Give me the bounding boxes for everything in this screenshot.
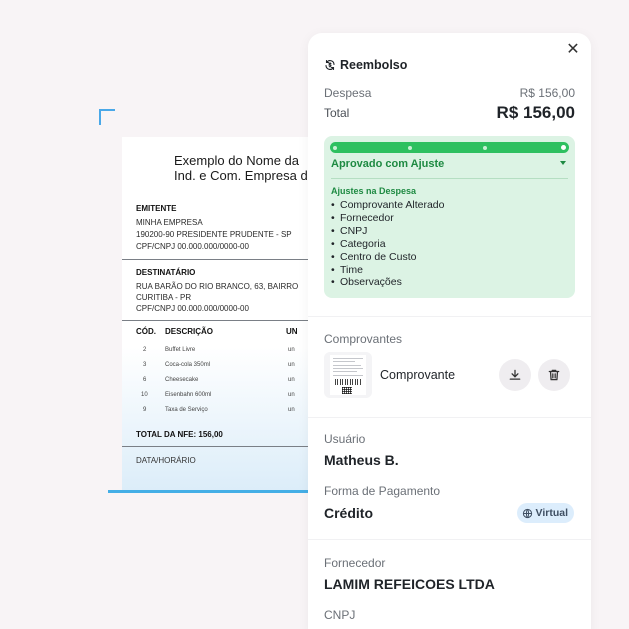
table-header-un: UN [286, 327, 298, 336]
row-cod: 6 [143, 377, 147, 383]
row-desc: Buffet Livre [165, 347, 196, 353]
receipt-thumbnail-image [330, 355, 366, 395]
receipt-preview: Exemplo do Nome da Ind. e Com. Empresa d… [122, 137, 322, 490]
delete-button[interactable] [538, 359, 570, 391]
receipt-total: TOTAL DA NFE: 156,00 [136, 430, 223, 439]
emitente-heading: EMITENTE [136, 204, 177, 213]
fornecedor-value: LAMIM REFEICOES LTDA [324, 576, 495, 592]
virtual-badge-label: Virtual [535, 507, 568, 519]
scan-corner-marker [99, 109, 115, 125]
adjustment-item: Comprovante Alterado [331, 199, 444, 212]
row-un: un [288, 377, 295, 383]
progress-step-dot [483, 145, 487, 150]
total-row: Total R$ 156,00 [324, 103, 575, 123]
status-label[interactable]: Aprovado com Ajuste [331, 158, 444, 170]
total-value: R$ 156,00 [496, 103, 575, 122]
destinatario-city: CURITIBA - PR [136, 293, 192, 302]
section-divider [308, 539, 591, 540]
close-icon[interactable]: ✕ [565, 42, 581, 58]
chevron-down-icon[interactable] [560, 161, 566, 165]
panel-title-text: Reembolso [340, 58, 408, 72]
receipt-destinatario: DESTINATÁRIO RUA BARÃO DO RIO BRANCO, 63… [136, 267, 322, 315]
status-divider [331, 178, 568, 179]
table-header-descricao: DESCRIÇÃO [165, 327, 214, 336]
row-un: un [288, 392, 295, 398]
table-header-cod: CÓD. [136, 327, 156, 336]
receipt-company-title: Exemplo do Nome da Ind. e Com. Empresa d [174, 153, 322, 183]
destinatario-heading: DESTINATÁRIO [136, 268, 196, 277]
section-divider [308, 417, 591, 418]
row-cod: 3 [143, 362, 147, 368]
adjustment-item: Centro de Custo [331, 251, 444, 264]
usuario-label: Usuário [324, 432, 366, 446]
row-desc: Cheesecake [165, 377, 199, 383]
reimbursement-panel: ✕ Reembolso Despesa R$ 156,00 Total R$ 1… [308, 33, 591, 629]
receipt-divider [122, 446, 322, 447]
row-desc: Taxa de Serviço [165, 407, 208, 413]
emitente-address: 190200-90 PRESIDENTE PRUDENTE - SP [136, 230, 292, 239]
receipt-divider [122, 320, 322, 321]
row-un: un [288, 362, 295, 368]
destinatario-address: RUA BARÃO DO RIO BRANCO, 63, BAIRRO [136, 282, 299, 291]
emitente-name: MINHA EMPRESA [136, 218, 203, 227]
approval-status-card: Aprovado com Ajuste Ajustes na Despesa C… [324, 136, 575, 298]
trash-icon [548, 369, 560, 381]
row-cod: 9 [143, 407, 147, 413]
row-un: un [288, 347, 295, 353]
despesa-row: Despesa R$ 156,00 [324, 86, 575, 100]
fornecedor-label: Fornecedor [324, 556, 386, 570]
despesa-label: Despesa [324, 86, 372, 100]
receipt-title-line1: Exemplo do Nome da [174, 153, 300, 168]
row-un: un [288, 407, 295, 413]
download-icon [509, 369, 521, 380]
scan-line [108, 490, 318, 493]
approval-progress-bar [330, 142, 569, 153]
destinatario-cnpj: CPF/CNPJ 00.000.000/0000-00 [136, 304, 249, 313]
progress-step-dot [333, 145, 337, 150]
globe-icon [522, 508, 532, 518]
cnpj-label: CNPJ [324, 608, 356, 622]
despesa-value: R$ 156,00 [519, 86, 575, 100]
forma-pagamento-label: Forma de Pagamento [324, 484, 441, 498]
panel-title: Reembolso [324, 58, 407, 72]
receipt-title-line2: Ind. e Com. Empresa d [174, 168, 308, 183]
receipt-emitente: EMITENTE MINHA EMPRESA 190200-90 PRESIDE… [136, 203, 322, 253]
scan-glow [122, 347, 322, 490]
receipt-date-label: DATA/HORÁRIO [136, 456, 196, 465]
forma-pagamento-value: Crédito [324, 505, 373, 521]
adjustment-item: CNPJ [331, 225, 444, 238]
refund-icon [325, 59, 335, 71]
total-label: Total [324, 106, 350, 120]
comprovante-thumbnail[interactable] [324, 352, 372, 398]
emitente-cnpj: CPF/CNPJ 00.000.000/0000-00 [136, 242, 249, 251]
usuario-value: Matheus B. [324, 452, 399, 468]
adjustment-item: Categoria [331, 238, 444, 251]
progress-current-step [559, 143, 568, 152]
receipt-divider [122, 259, 322, 260]
row-desc: Coca-cola 350ml [165, 362, 211, 368]
progress-step-dot [408, 145, 412, 150]
adjustment-item: Fornecedor [331, 212, 444, 225]
adjustments-list: Comprovante Alterado Fornecedor CNPJ Cat… [331, 199, 444, 289]
row-cod: 2 [143, 347, 147, 353]
comprovante-name: Comprovante [380, 368, 456, 382]
row-desc: Eisenbahn 600ml [165, 392, 212, 398]
section-divider [308, 316, 591, 317]
adjustment-item: Observações [331, 276, 444, 289]
virtual-card-badge: Virtual [516, 503, 574, 523]
row-cod: 10 [141, 392, 148, 398]
comprovantes-label: Comprovantes [324, 332, 403, 346]
adjustment-item: Time [331, 264, 444, 277]
download-button[interactable] [499, 359, 531, 391]
adjustments-title: Ajustes na Despesa [331, 186, 417, 196]
